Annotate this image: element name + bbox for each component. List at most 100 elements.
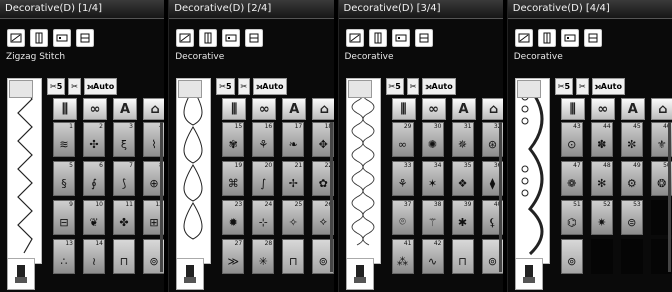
- stitch-cell[interactable]: 25 ✧: [282, 200, 305, 235]
- thread-cut-icon[interactable]: ✂: [406, 78, 420, 95]
- thread-cut-icon[interactable]: ✂: [68, 78, 81, 95]
- mirror-icon[interactable]: ⫼: [560, 98, 585, 120]
- garment-icon[interactable]: ⌂: [481, 98, 503, 120]
- stitch-cell[interactable]: 41 ⁂: [391, 239, 414, 274]
- preview-header-icon[interactable]: [178, 80, 203, 98]
- stitch-preview-icon[interactable]: [345, 29, 364, 47]
- stitch-cell[interactable]: 11 ✤: [113, 200, 135, 235]
- stitch-cell[interactable]: 13 ∴: [53, 239, 75, 274]
- stitch-cell[interactable]: 30 ✺: [421, 122, 444, 157]
- stitch-cell[interactable]: 52 ✷: [590, 200, 613, 235]
- scrollbar[interactable]: [160, 122, 164, 272]
- memory-icon[interactable]: [53, 29, 71, 47]
- stitch-preview-icon[interactable]: [176, 29, 195, 47]
- stitch-cell[interactable]: 29 ∞: [391, 122, 414, 157]
- stitch-cell[interactable]: 9 ⊟: [53, 200, 75, 235]
- letter-button[interactable]: A: [451, 98, 476, 120]
- presser-foot-button[interactable]: [514, 258, 543, 290]
- stitch-cell[interactable]: 35 ❖: [451, 161, 474, 196]
- repeat-icon[interactable]: ∞: [590, 98, 615, 120]
- stitch-cell[interactable]: 14 ≀: [83, 239, 105, 274]
- stitch-cell[interactable]: 17 ❧: [282, 122, 305, 157]
- stitch-cell[interactable]: 16 ⚘: [252, 122, 275, 157]
- stitch-cell[interactable]: 28 ✳: [252, 239, 275, 274]
- stitch-cell[interactable]: 38 ⚚: [421, 200, 444, 235]
- repeat-icon[interactable]: ∞: [252, 98, 277, 120]
- auto-mode-button[interactable]: ⟕Auto: [422, 78, 456, 95]
- presser-foot-button[interactable]: [7, 258, 35, 290]
- presser-foot-button[interactable]: [345, 258, 374, 290]
- stitch-cell[interactable]: 42 ∿: [421, 239, 444, 274]
- stitch-cell[interactable]: 37 ⌾: [391, 200, 414, 235]
- garment-icon[interactable]: ⌂: [312, 98, 334, 120]
- preview-header-icon[interactable]: [9, 80, 33, 98]
- stitch-cell[interactable]: 44 ✽: [590, 122, 613, 157]
- presser-foot-icon[interactable]: [368, 29, 387, 47]
- stitch-length-button[interactable]: ✂5: [47, 78, 66, 95]
- letter-button[interactable]: A: [282, 98, 307, 120]
- stitch-cell[interactable]: ⊓: [282, 239, 305, 274]
- stitch-length-button[interactable]: ✂5: [216, 78, 235, 95]
- stitch-cell[interactable]: 31 ✵: [451, 122, 474, 157]
- stitch-cell[interactable]: 2 ✣: [83, 122, 105, 157]
- stitch-length-button[interactable]: ✂5: [554, 78, 574, 95]
- stitch-cell[interactable]: 21 ✢: [282, 161, 305, 196]
- stitch-preview-icon[interactable]: [514, 29, 533, 47]
- stitch-cell[interactable]: 43 ⊙: [560, 122, 583, 157]
- memory-icon[interactable]: [222, 29, 241, 47]
- garment-icon[interactable]: ⌂: [650, 98, 672, 120]
- repeat-icon[interactable]: ∞: [83, 98, 107, 120]
- bobbin-icon[interactable]: [76, 29, 94, 47]
- preview-header-icon[interactable]: [516, 80, 541, 98]
- scrollbar[interactable]: [498, 122, 502, 272]
- thread-cut-icon[interactable]: ✂: [576, 78, 589, 95]
- stitch-cell[interactable]: 45 ✼: [620, 122, 643, 157]
- stitch-cell[interactable]: 5 §: [53, 161, 75, 196]
- mirror-icon[interactable]: ⫼: [53, 98, 77, 120]
- stitch-cell[interactable]: 34 ✶: [421, 161, 444, 196]
- stitch-cell[interactable]: 6 ∮: [83, 161, 105, 196]
- stitch-cell[interactable]: 24 ⊹: [252, 200, 275, 235]
- scrollbar[interactable]: [668, 122, 671, 272]
- stitch-cell[interactable]: 27 ≫: [222, 239, 245, 274]
- mirror-icon[interactable]: ⫼: [391, 98, 416, 120]
- stitch-cell[interactable]: 20 ∫: [252, 161, 275, 196]
- repeat-icon[interactable]: ∞: [421, 98, 446, 120]
- presser-foot-button[interactable]: [176, 258, 205, 290]
- memory-icon[interactable]: [560, 29, 579, 47]
- stitch-cell[interactable]: 53 ⊜: [620, 200, 643, 235]
- stitch-cell[interactable]: 51 ⌬: [560, 200, 583, 235]
- memory-icon[interactable]: [391, 29, 410, 47]
- stitch-cell[interactable]: 48 ✻: [590, 161, 613, 196]
- stitch-cell[interactable]: ⊓: [451, 239, 474, 274]
- garment-icon[interactable]: ⌂: [143, 98, 165, 120]
- stitch-cell[interactable]: 15 ✾: [222, 122, 245, 157]
- mirror-icon[interactable]: ⫼: [222, 98, 247, 120]
- letter-button[interactable]: A: [113, 98, 137, 120]
- stitch-cell[interactable]: 47 ❁: [560, 161, 583, 196]
- stitch-preview-icon[interactable]: [7, 29, 25, 47]
- stitch-cell[interactable]: ⊚: [560, 239, 583, 274]
- auto-mode-button[interactable]: ⟕Auto: [253, 78, 287, 95]
- auto-mode-button[interactable]: ⟕Auto: [591, 78, 625, 95]
- presser-foot-icon[interactable]: [199, 29, 218, 47]
- presser-foot-icon[interactable]: [30, 29, 48, 47]
- stitch-cell[interactable]: ⊓: [113, 239, 135, 274]
- stitch-cell[interactable]: 23 ✹: [222, 200, 245, 235]
- scrollbar[interactable]: [329, 122, 333, 272]
- bobbin-icon[interactable]: [245, 29, 264, 47]
- letter-button[interactable]: A: [620, 98, 645, 120]
- stitch-cell[interactable]: 1 ≋: [53, 122, 75, 157]
- stitch-length-button[interactable]: ✂5: [385, 78, 404, 95]
- stitch-cell[interactable]: 39 ✱: [451, 200, 474, 235]
- stitch-cell[interactable]: 10 ❦: [83, 200, 105, 235]
- stitch-cell[interactable]: 3 ξ: [113, 122, 135, 157]
- stitch-cell[interactable]: 7 ⟆: [113, 161, 135, 196]
- auto-mode-button[interactable]: ⟕Auto: [83, 78, 118, 95]
- preview-header-icon[interactable]: [347, 80, 372, 98]
- thread-cut-icon[interactable]: ✂: [237, 78, 251, 95]
- stitch-cell[interactable]: 49 ⚙: [620, 161, 643, 196]
- stitch-cell[interactable]: 19 ⌘: [222, 161, 245, 196]
- bobbin-icon[interactable]: [414, 29, 433, 47]
- stitch-cell[interactable]: 33 ⚘: [391, 161, 414, 196]
